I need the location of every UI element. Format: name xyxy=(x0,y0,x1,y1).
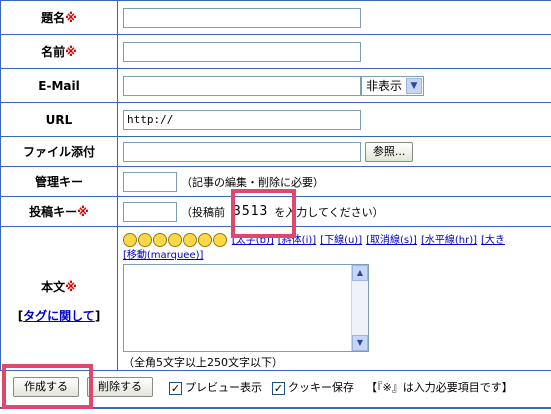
name-label-cell: 名前※ xyxy=(0,34,118,69)
body-row: 本文※ [タグに関して] [太字(b)] [斜体(i)] [下線(u)] [取消線(s… xyxy=(0,226,551,371)
subject-input[interactable] xyxy=(123,7,361,28)
cookie-checkbox[interactable]: ✓ xyxy=(272,381,285,395)
admin-key-row: 管理キー （記事の編集・削除に必要） xyxy=(0,166,551,197)
tag-bold-link[interactable]: [太字(b)] xyxy=(232,235,274,246)
required-note: 【『※』は入力必要項目です】 xyxy=(366,381,513,394)
required-mark: ※ xyxy=(65,11,77,25)
attach-row: ファイル添付 参照... xyxy=(0,136,551,167)
body-length-note: （全角5文字以上250文字以下） xyxy=(123,356,283,369)
attach-label-cell: ファイル添付 xyxy=(0,136,118,167)
post-key-code: 3513 xyxy=(233,204,269,219)
required-mark: ※ xyxy=(77,205,89,219)
tag-marquee-link[interactable]: [移動(marquee)] xyxy=(123,250,203,261)
tag-help-line: [タグに関して] xyxy=(1,307,117,324)
tag-italic-link[interactable]: [斜体(i)] xyxy=(278,235,316,246)
email-input[interactable] xyxy=(123,75,361,96)
post-key-note-prefix: （投稿前 xyxy=(181,205,225,219)
preview-checkbox[interactable]: ✓ xyxy=(169,381,182,395)
browse-button[interactable]: 参照... xyxy=(364,141,414,162)
admin-key-label: 管理キー xyxy=(34,175,83,189)
url-field-cell: http:// xyxy=(117,102,551,137)
emoticon-grin-icon[interactable] xyxy=(198,232,212,247)
email-label-cell: E-Mail xyxy=(0,68,118,103)
preview-option[interactable]: ✓ プレビュー表示 xyxy=(169,379,262,395)
admin-key-field-cell: （記事の編集・削除に必要） xyxy=(117,166,551,197)
url-label-cell: URL xyxy=(0,102,118,137)
cookie-option[interactable]: ✓ クッキー保存 xyxy=(272,379,354,395)
body-label: 本文 xyxy=(41,279,66,294)
url-row: URL http:// xyxy=(0,102,551,137)
create-button[interactable]: 作成する xyxy=(13,377,79,397)
body-label-line: 本文※ xyxy=(1,278,117,295)
body-textarea[interactable]: ▲ ▼ xyxy=(123,264,369,352)
post-key-input[interactable] xyxy=(123,201,177,222)
subject-row: 題名※ xyxy=(0,0,551,35)
marquee-line: [移動(marquee)] xyxy=(123,246,551,261)
tag-underline-link[interactable]: [下線(u)] xyxy=(320,235,362,246)
admin-key-input[interactable] xyxy=(123,171,177,192)
attach-field-cell: 参照... xyxy=(117,136,551,167)
url-label: URL xyxy=(45,112,73,127)
chevron-down-icon[interactable]: ▼ xyxy=(406,77,423,94)
url-input[interactable]: http:// xyxy=(123,109,361,130)
emoticon-wink-icon[interactable] xyxy=(153,232,167,247)
form-actions-bar: 作成する 削除する ✓ プレビュー表示 ✓ クッキー保存 【『※』は入力必要項目です… xyxy=(0,370,551,404)
name-input[interactable] xyxy=(123,41,361,62)
emoticon-laugh-icon[interactable] xyxy=(123,232,137,247)
email-visibility-value: 非表示 xyxy=(366,79,403,93)
subject-label: 題名 xyxy=(41,11,66,25)
tag-strike-link[interactable]: [取消線(s)] xyxy=(366,235,417,246)
post-key-field-cell: （投稿前 3513 を入力してください） xyxy=(117,196,551,227)
post-key-label: 投稿キー xyxy=(29,205,78,219)
bottom-divider xyxy=(0,404,551,414)
cookie-label: クッキー保存 xyxy=(288,381,354,394)
tag-big-link[interactable]: [大き xyxy=(481,235,505,246)
body-textarea-wrap: ▲ ▼ xyxy=(123,264,551,352)
attach-label: ファイル添付 xyxy=(22,145,95,159)
scroll-down-icon[interactable]: ▼ xyxy=(352,335,368,351)
email-row: E-Mail 非表示 ▼ xyxy=(0,68,551,103)
toolbar-line: [太字(b)] [斜体(i)] [下線(u)] [取消線(s)] [水平線(hr)] [大… xyxy=(123,231,551,247)
tag-buttons: [太字(b)] [斜体(i)] [下線(u)] [取消線(s)] [水平線(hr)] [大… xyxy=(232,235,509,246)
tag-help-bracket: ] xyxy=(94,308,101,323)
name-label: 名前 xyxy=(41,45,66,59)
body-label-cell: 本文※ [タグに関して] xyxy=(0,226,118,371)
name-row: 名前※ xyxy=(0,34,551,69)
textarea-scrollbar[interactable]: ▲ ▼ xyxy=(351,265,368,351)
post-key-label-cell: 投稿キー※ xyxy=(0,196,118,227)
email-visibility-select[interactable]: 非表示 ▼ xyxy=(361,75,425,96)
subject-label-cell: 題名※ xyxy=(0,0,118,35)
tag-help-link[interactable]: タグに関して xyxy=(23,309,95,323)
name-field-cell xyxy=(117,34,551,69)
email-field-cell: 非表示 ▼ xyxy=(117,68,551,103)
admin-key-note: （記事の編集・削除に必要） xyxy=(181,175,324,189)
tag-hr-link[interactable]: [水平線(hr)] xyxy=(421,235,477,246)
subject-field-cell xyxy=(117,0,551,35)
admin-key-label-cell: 管理キー xyxy=(0,166,118,197)
preview-label: プレビュー表示 xyxy=(185,381,262,394)
delete-button[interactable]: 削除する xyxy=(87,377,153,397)
post-key-note-suffix: を入力してください） xyxy=(274,205,384,219)
post-key-row: 投稿キー※ （投稿前 3513 を入力してください） xyxy=(0,196,551,227)
emoticon-cry-icon[interactable] xyxy=(168,232,182,247)
post-form-table: 題名※ 名前※ E-Mail 非表示 ▼ URL http:// ファイル添付 参… xyxy=(0,0,551,371)
scroll-up-icon[interactable]: ▲ xyxy=(352,265,368,281)
emoticon-smile-icon[interactable] xyxy=(138,232,152,247)
emoticon-sad-icon[interactable] xyxy=(213,232,227,247)
email-label: E-Mail xyxy=(38,78,80,93)
attach-file-input[interactable] xyxy=(123,141,361,162)
required-mark: ※ xyxy=(65,279,77,294)
body-field-cell: [太字(b)] [斜体(i)] [下線(u)] [取消線(s)] [水平線(hr)] [大… xyxy=(117,226,551,371)
emoticon-tongue-icon[interactable] xyxy=(183,232,197,247)
required-mark: ※ xyxy=(65,45,77,59)
